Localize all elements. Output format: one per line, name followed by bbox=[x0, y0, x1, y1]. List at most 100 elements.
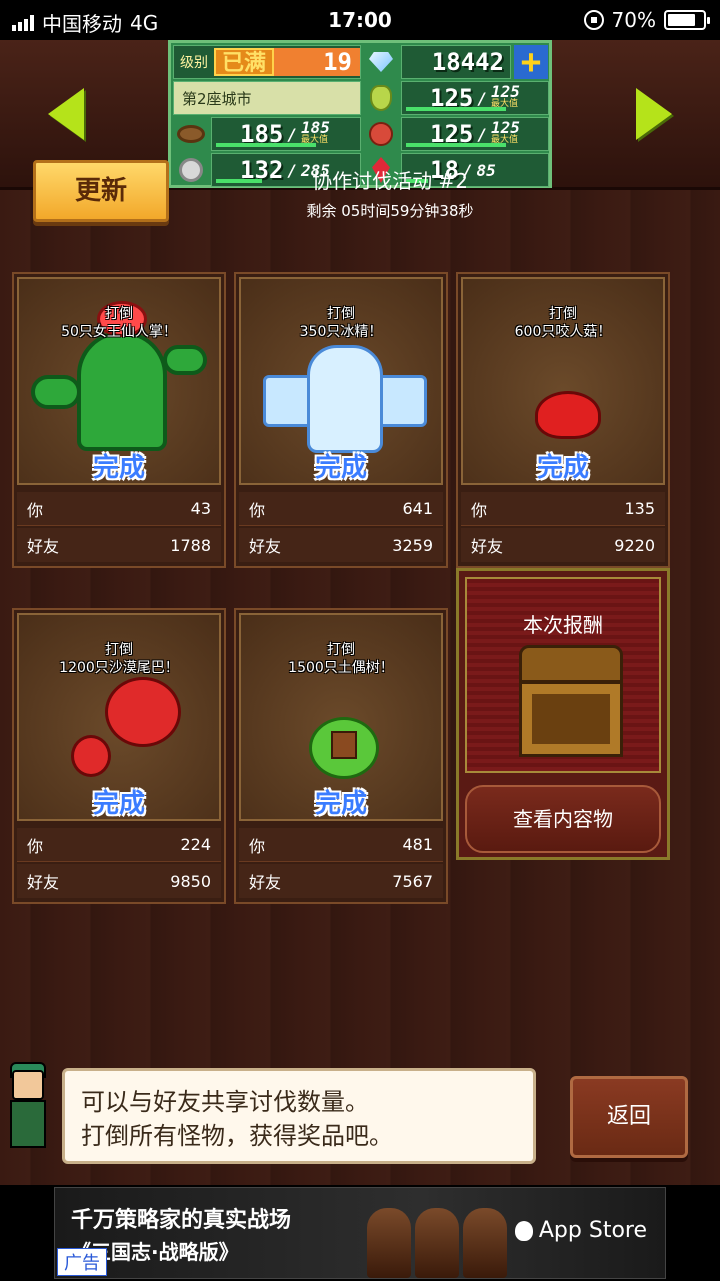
event-title: 协作讨伐活动 #2 bbox=[312, 169, 468, 193]
mission-verb: 打倒 bbox=[549, 306, 577, 322]
mission-verb: 打倒 bbox=[327, 306, 355, 322]
ad-banner[interactable]: 千万策略家的真实战场 《三国志·战略版》 App Store 广告 bbox=[54, 1187, 666, 1279]
mission-verb: 打倒 bbox=[105, 642, 133, 658]
you-count-row: 你 43 bbox=[17, 492, 221, 526]
you-label: 你 bbox=[471, 500, 488, 520]
fruit-icon bbox=[363, 117, 399, 151]
friends-count: 7567 bbox=[392, 871, 433, 891]
friends-count-row: 好友 7567 bbox=[239, 864, 443, 898]
fruit-max: 125 bbox=[491, 118, 520, 137]
friends-label: 好友 bbox=[471, 537, 504, 556]
event-remaining-time: 剩余 05时间59分钟38秒 bbox=[306, 202, 474, 220]
friends-count: 9220 bbox=[614, 535, 655, 555]
gem-icon bbox=[363, 45, 399, 79]
friends-count-row: 好友 9850 bbox=[17, 864, 221, 898]
mission-scene: 打倒 1500只土偶树！ 完成 bbox=[239, 613, 443, 821]
dialog-line-2: 打倒所有怪物，获得奖品吧。 bbox=[81, 1122, 393, 1150]
friends-count-row: 好友 1788 bbox=[17, 528, 221, 562]
app-store-badge[interactable]: App Store bbox=[514, 1218, 647, 1243]
desert-tail-tip-icon bbox=[71, 735, 111, 777]
battery-percent: 70% bbox=[611, 8, 656, 32]
you-label: 你 bbox=[27, 500, 44, 520]
gem-count: 18442 bbox=[431, 48, 504, 76]
level-display: 级别 已满 19 bbox=[173, 45, 361, 79]
mission-card[interactable]: 打倒 1500只土偶树！ 完成 你 481 好友 7567 bbox=[234, 608, 448, 904]
mission-card[interactable]: 打倒 1200只沙漠尾巴！ 完成 你 224 好友 9850 bbox=[12, 608, 226, 904]
you-count: 224 bbox=[180, 835, 211, 854]
you-count: 641 bbox=[402, 499, 433, 518]
friends-label: 好友 bbox=[249, 537, 282, 556]
mission-card[interactable]: 打倒 600只咬人菇！ 完成 你 135 好友 9220 bbox=[456, 272, 670, 568]
update-button[interactable]: 更新 bbox=[33, 160, 169, 222]
cactus-arm-icon bbox=[163, 345, 207, 375]
rotation-lock-icon bbox=[583, 10, 604, 30]
you-count-row: 你 135 bbox=[461, 492, 665, 526]
friends-count: 3259 bbox=[392, 535, 433, 555]
mission-verb: 打倒 bbox=[327, 642, 355, 658]
wood-max: 185 bbox=[301, 118, 330, 137]
npc-guide-avatar bbox=[2, 1050, 56, 1154]
next-city-arrow-icon[interactable] bbox=[636, 88, 672, 140]
fruit-bar bbox=[406, 143, 506, 147]
desert-tail-monster-icon bbox=[105, 677, 181, 747]
level-value: 19 bbox=[274, 48, 360, 76]
battery-icon bbox=[664, 10, 710, 30]
you-count: 135 bbox=[624, 499, 655, 518]
mission-target: 1200只沙漠尾巴！ bbox=[59, 660, 179, 676]
gem-display: 18442 bbox=[401, 45, 511, 79]
wood-bar bbox=[216, 143, 316, 147]
view-contents-button[interactable]: 查看内容物 bbox=[465, 785, 661, 853]
reward-preview: 本次报酬 bbox=[465, 577, 661, 773]
friends-label: 好友 bbox=[27, 873, 60, 892]
friends-count-row: 好友 9220 bbox=[461, 528, 665, 562]
puppet-tree-face-icon bbox=[331, 731, 357, 759]
mission-status: 完成 bbox=[314, 453, 367, 483]
level-status: 已满 bbox=[214, 48, 275, 76]
mission-target: 600只咬人菇！ bbox=[514, 324, 612, 340]
reward-title: 本次报酬 bbox=[523, 613, 603, 637]
mission-status: 完成 bbox=[536, 453, 589, 483]
mission-target: 1500只土偶树！ bbox=[288, 660, 394, 676]
you-count-row: 你 224 bbox=[17, 828, 221, 862]
mission-status: 完成 bbox=[314, 789, 367, 819]
food-max: 125 bbox=[491, 82, 520, 101]
treasure-chest-icon bbox=[519, 645, 623, 759]
mission-status: 完成 bbox=[92, 453, 145, 483]
you-count: 481 bbox=[402, 835, 433, 854]
ad-headline: 千万策略家的真实战场 bbox=[71, 1208, 292, 1233]
cactus-monster-icon bbox=[31, 375, 81, 409]
status-bar: 中国移动 4G 17:00 70% bbox=[0, 0, 720, 40]
wood-display: 185 / 185 最大值 bbox=[211, 117, 361, 151]
dialog-line-1: 可以与好友共享讨伐数量。 bbox=[81, 1088, 369, 1116]
mission-scene: 打倒 1200只沙漠尾巴！ 完成 bbox=[17, 613, 221, 821]
prev-city-arrow-icon[interactable] bbox=[48, 88, 84, 140]
mission-scene: 打倒 350只冰精！ 完成 bbox=[239, 277, 443, 485]
you-count: 43 bbox=[190, 499, 211, 518]
friends-count: 9850 bbox=[170, 871, 211, 891]
mission-card[interactable]: 打倒 350只冰精！ 完成 你 641 好友 3259 bbox=[234, 272, 448, 568]
apple-icon bbox=[514, 1220, 533, 1241]
ad-label: 广告 bbox=[57, 1248, 107, 1276]
cactus-body-icon bbox=[77, 331, 167, 451]
friends-label: 好友 bbox=[249, 873, 282, 892]
corn-icon bbox=[363, 81, 399, 115]
reward-card: 本次报酬 查看内容物 bbox=[456, 568, 670, 860]
friends-count: 1788 bbox=[170, 535, 211, 555]
wood-icon bbox=[173, 117, 209, 151]
mission-verb: 打倒 bbox=[105, 306, 133, 322]
mission-target: 50只女王仙人掌！ bbox=[61, 324, 177, 340]
city-name: 第2座城市 bbox=[173, 81, 361, 115]
level-label: 级别 bbox=[180, 55, 208, 71]
mission-status: 完成 bbox=[92, 789, 145, 819]
mission-scene: 打倒 50只女王仙人掌！ 完成 bbox=[17, 277, 221, 485]
food-display: 125 / 125 最大值 bbox=[401, 81, 549, 115]
buy-gems-plus-icon[interactable]: + bbox=[514, 45, 548, 79]
friends-label: 好友 bbox=[27, 537, 60, 556]
mission-card[interactable]: 打倒 50只女王仙人掌！ 完成 你 43 好友 1788 bbox=[12, 272, 226, 568]
you-count-row: 你 641 bbox=[239, 492, 443, 526]
food-bar bbox=[406, 107, 506, 111]
back-button[interactable]: 返回 bbox=[570, 1076, 688, 1158]
dialog-bubble: 可以与好友共享讨伐数量。 打倒所有怪物，获得奖品吧。 bbox=[62, 1068, 536, 1164]
mission-target: 350只冰精！ bbox=[299, 324, 383, 340]
ice-spirit-body-icon bbox=[307, 345, 383, 453]
